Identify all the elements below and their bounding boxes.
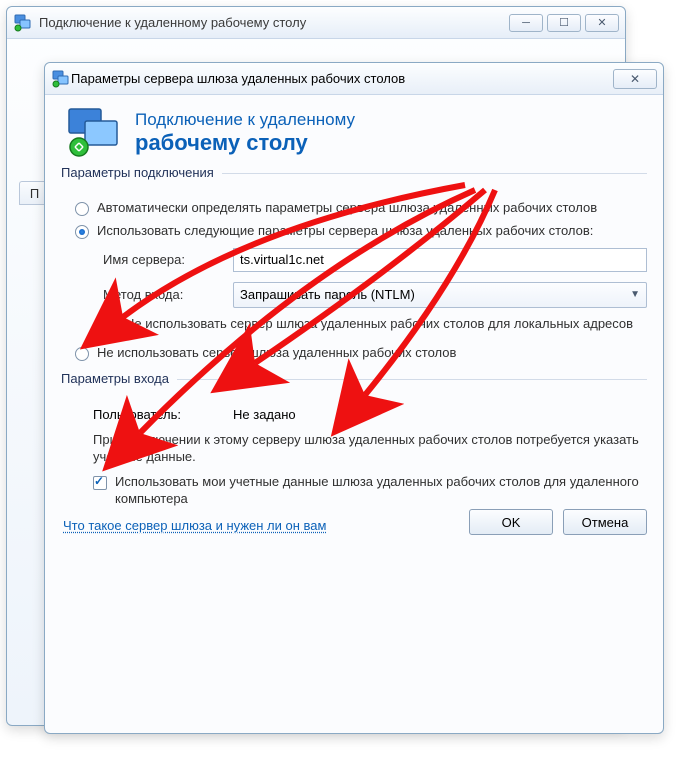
gateway-settings-dialog: Параметры сервера шлюза удаленных рабочи…: [44, 62, 664, 734]
login-method-label: Метод входа:: [103, 287, 233, 302]
checkbox-icon: [103, 318, 117, 332]
close-button[interactable]: ✕: [585, 14, 619, 32]
window-controls: ─ ☐ ✕: [509, 14, 619, 32]
server-name-input[interactable]: [233, 248, 647, 272]
use-creds-label: Использовать мои учетные данные шлюза уд…: [115, 474, 647, 508]
login-method-value: Запрашивать пароль (NTLM): [240, 287, 415, 302]
rdp-logo-icon: [65, 107, 125, 159]
parent-titlebar[interactable]: Подключение к удаленному рабочему столу …: [7, 7, 625, 39]
radio-icon: [75, 225, 89, 239]
dialog-titlebar[interactable]: Параметры сервера шлюза удаленных рабочи…: [45, 63, 663, 95]
user-label: Пользователь:: [93, 407, 233, 422]
mstsc-icon: [13, 13, 33, 33]
login-method-row: Метод входа: Запрашивать пароль (NTLM) ▼: [61, 277, 647, 313]
radio-icon: [75, 202, 89, 216]
ok-button[interactable]: OK: [469, 509, 553, 535]
use-creds-checkbox-row[interactable]: Использовать мои учетные данные шлюза уд…: [61, 471, 647, 511]
mstsc-icon: [51, 70, 71, 88]
radio-no-gateway[interactable]: Не использовать сервер шлюза удаленных р…: [61, 342, 647, 365]
radio-no-gateway-label: Не использовать сервер шлюза удаленных р…: [97, 345, 456, 362]
dialog-title: Параметры сервера шлюза удаленных рабочи…: [71, 71, 405, 86]
connection-group: Параметры подключения Автоматически опре…: [61, 173, 647, 365]
dialog-content: Подключение к удаленному рабочему столу …: [45, 95, 663, 547]
maximize-button[interactable]: ☐: [547, 14, 581, 32]
bypass-local-checkbox-row[interactable]: Не использовать сервер шлюза удаленных р…: [61, 313, 647, 336]
radio-auto-label: Автоматически определять параметры серве…: [97, 200, 597, 217]
login-group: Параметры входа Пользователь: Не задано …: [61, 379, 647, 511]
server-name-row: Имя сервера:: [61, 243, 647, 277]
login-method-select[interactable]: Запрашивать пароль (NTLM) ▼: [233, 282, 647, 308]
radio-auto-detect[interactable]: Автоматически определять параметры серве…: [61, 197, 647, 220]
user-row: Пользователь: Не задано: [61, 403, 647, 426]
server-name-label: Имя сервера:: [103, 252, 233, 267]
bypass-local-label: Не использовать сервер шлюза удаленных р…: [125, 316, 633, 333]
checkbox-icon: [93, 476, 107, 490]
chevron-down-icon: ▼: [630, 289, 640, 300]
login-desc: При подключении к этому серверу шлюза уд…: [61, 426, 647, 471]
connection-group-label: Параметры подключения: [61, 165, 222, 180]
radio-icon: [75, 347, 89, 361]
radio-use-label: Использовать следующие параметры сервера…: [97, 223, 593, 240]
radio-use-settings[interactable]: Использовать следующие параметры сервера…: [61, 220, 647, 243]
minimize-button[interactable]: ─: [509, 14, 543, 32]
parent-title: Подключение к удаленному рабочему столу: [39, 15, 306, 30]
app-header: Подключение к удаленному рабочему столу: [61, 101, 647, 173]
cancel-button[interactable]: Отмена: [563, 509, 647, 535]
user-value: Не задано: [233, 407, 296, 422]
login-group-label: Параметры входа: [61, 371, 177, 386]
dialog-close-button[interactable]: ✕: [613, 69, 657, 89]
whatis-link[interactable]: Что такое сервер шлюза и нужен ли он вам: [61, 510, 326, 533]
app-title-line2: рабочему столу: [135, 130, 355, 156]
dialog-button-bar: OK Отмена: [469, 509, 647, 535]
app-title-line1: Подключение к удаленному: [135, 110, 355, 130]
